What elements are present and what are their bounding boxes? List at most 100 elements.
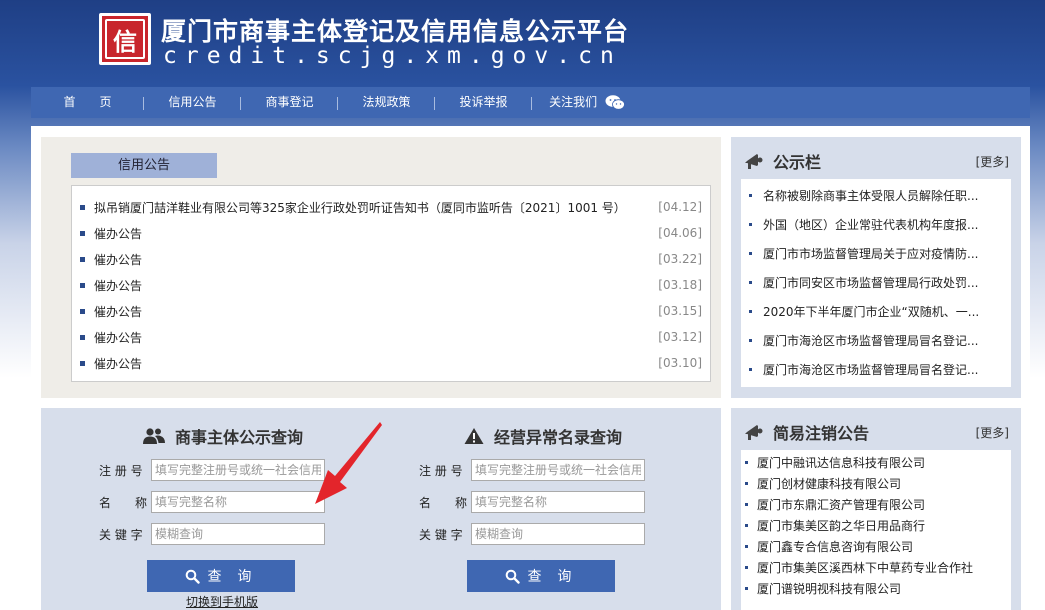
announcement-date: [03.12]	[658, 330, 702, 344]
bullet-icon	[749, 368, 752, 371]
announcement-date: [03.18]	[658, 278, 702, 292]
notice-title[interactable]: 厦门市市场监督管理局关于应对疫情防...	[763, 245, 978, 262]
notice-title[interactable]: 外国（地区）企业常驻代表机构年度报...	[763, 216, 978, 233]
abnormal-keyword-row: 关 键 字	[419, 523, 645, 545]
list-item[interactable]: 厦门鑫专合信息咨询有限公司	[745, 536, 1007, 557]
notice-title[interactable]: 2020年下半年厦门市企业“双随机、一...	[763, 303, 979, 320]
list-item[interactable]: 厦门市集美区韵之华日用品商行	[745, 515, 1007, 536]
search-icon	[185, 569, 200, 584]
bullet-icon	[749, 339, 752, 342]
abnormal-search-button-label: 查 询	[527, 568, 578, 584]
nav-complaints[interactable]: 投诉举报	[435, 87, 532, 118]
announcement-title[interactable]: 拟吊销厦门喆洋鞋业有限公司等325家企业行政处罚听证告知书（厦同市监听告〔202…	[94, 199, 652, 216]
abnormal-search-title: 经营异常名录查询	[493, 428, 622, 447]
list-item[interactable]: 厦门市海沧区市场监督管理局冒名登记...	[749, 326, 1003, 355]
abnormal-search-button[interactable]: 查 询	[467, 560, 615, 592]
tab-credit-announcements[interactable]: 信用公告	[71, 153, 217, 178]
announcement-date: [03.15]	[658, 304, 702, 318]
notice-title[interactable]: 厦门市同安区市场监督管理局行政处罚...	[763, 274, 978, 291]
entity-keyword-input[interactable]	[151, 523, 325, 545]
abnormal-search-form: 经营异常名录查询 注 册 号 名 称 关 键 字 查 询	[361, 408, 681, 610]
deregistration-more-link[interactable]: [更多]	[976, 424, 1009, 441]
site-logo[interactable]: 信	[99, 13, 151, 65]
list-item[interactable]: 厦门谱锐明视科技有限公司	[745, 578, 1007, 599]
list-item[interactable]: 厦门创材健康科技有限公司	[745, 473, 1007, 494]
site-header: 信 厦门市商事主体登记及信用信息公示平台 credit.scjg.xm.gov.…	[0, 0, 1045, 86]
megaphone-icon	[745, 425, 763, 440]
company-name[interactable]: 厦门市东鼎汇资产管理有限公司	[757, 496, 925, 513]
abnormal-keyword-input[interactable]	[471, 523, 645, 545]
bullet-icon	[80, 204, 85, 210]
abnormal-name-input[interactable]	[471, 491, 645, 513]
company-name[interactable]: 厦门市集美区韵之华日用品商行	[757, 517, 925, 534]
bullet-icon	[80, 334, 85, 340]
deregistration-header: 简易注销公告 [更多]	[743, 420, 1009, 444]
entity-keyword-row: 关 键 字	[99, 523, 325, 545]
deregistration-title: 简易注销公告	[773, 424, 870, 443]
list-item[interactable]: 拟吊销厦门喆洋鞋业有限公司等325家企业行政处罚听证告知书（厦同市监听告〔202…	[80, 194, 702, 220]
bullet-icon	[80, 282, 85, 288]
notice-title[interactable]: 厦门市海沧区市场监督管理局冒名登记...	[763, 332, 978, 349]
logo-mark: 信	[105, 19, 145, 59]
deregistration-list: 厦门中融讯达信息科技有限公司 厦门创材健康科技有限公司 厦门市东鼎汇资产管理有限…	[741, 450, 1011, 610]
list-item[interactable]: 厦门市东鼎汇资产管理有限公司	[745, 494, 1007, 515]
nav-home[interactable]: 首 页	[31, 87, 144, 118]
announcement-date: [03.10]	[658, 356, 702, 370]
list-item[interactable]: 厦门市海沧区市场监督管理局冒名登记...	[749, 355, 1003, 384]
entity-search-button[interactable]: 查 询	[147, 560, 295, 592]
list-item[interactable]: 外国（地区）企业常驻代表机构年度报...	[749, 210, 1003, 239]
company-name[interactable]: 厦门鑫专合信息咨询有限公司	[757, 538, 913, 555]
name-label: 名 称	[419, 495, 468, 510]
list-item[interactable]: 厦门市市场监督管理局关于应对疫情防...	[749, 239, 1003, 268]
notice-board-header: 公示栏 [更多]	[743, 149, 1009, 173]
company-name[interactable]: 厦门市集美区溪西林下中草药专业合作社	[757, 559, 973, 576]
bullet-icon	[749, 252, 752, 255]
announcement-title[interactable]: 催办公告	[94, 355, 652, 372]
list-item[interactable]: 催办公告 [03.22]	[80, 246, 702, 272]
list-item[interactable]: 名称被剔除商事主体受限人员解除任职...	[749, 181, 1003, 210]
notice-title[interactable]: 名称被剔除商事主体受限人员解除任职...	[763, 187, 978, 204]
list-item[interactable]: 催办公告 [03.18]	[80, 272, 702, 298]
list-item[interactable]: 催办公告 [03.12]	[80, 324, 702, 350]
entity-name-input[interactable]	[151, 491, 325, 513]
announcement-title[interactable]: 催办公告	[94, 251, 652, 268]
bullet-icon	[80, 230, 85, 236]
bullet-icon	[80, 360, 85, 366]
list-item[interactable]: 催办公告 [03.15]	[80, 298, 702, 324]
notice-board-panel: 公示栏 [更多] 名称被剔除商事主体受限人员解除任职... 外国（地区）企业常驻…	[731, 137, 1021, 398]
company-name[interactable]: 厦门谱锐明视科技有限公司	[757, 580, 901, 597]
notice-title[interactable]: 厦门市海沧区市场监督管理局冒名登记...	[763, 361, 978, 378]
announcement-date: [04.12]	[658, 200, 702, 214]
entity-search-title: 商事主体公示查询	[174, 428, 303, 447]
wechat-icon	[605, 95, 625, 110]
list-item[interactable]: 厦门中融讯达信息科技有限公司	[745, 452, 1007, 473]
list-item[interactable]: 厦门市集美区溪西林下中草药专业合作社	[745, 557, 1007, 578]
list-item[interactable]: 催办公告 [04.06]	[80, 220, 702, 246]
company-name[interactable]: 厦门中融讯达信息科技有限公司	[757, 454, 925, 471]
notice-board-more-link[interactable]: [更多]	[976, 153, 1009, 170]
announcement-title[interactable]: 催办公告	[94, 277, 652, 294]
announcement-date: [03.22]	[658, 252, 702, 266]
entity-reg-number-input[interactable]	[151, 459, 325, 481]
announcement-title[interactable]: 催办公告	[94, 225, 652, 242]
entity-search-button-label: 查 询	[207, 568, 258, 584]
switch-to-mobile-link[interactable]: 切换到手机版	[186, 593, 258, 610]
list-item[interactable]: 2020年下半年厦门市企业“双随机、一...	[749, 297, 1003, 326]
reg-number-label: 注 册 号	[419, 463, 463, 478]
list-item[interactable]: 催办公告 [03.10]	[80, 350, 702, 376]
abnormal-reg-row: 注 册 号	[419, 459, 645, 481]
bullet-icon	[749, 281, 752, 284]
nav-follow-us[interactable]: 关注我们	[532, 87, 642, 118]
announcement-title[interactable]: 催办公告	[94, 303, 652, 320]
site-domain: credit.scjg.xm.gov.cn	[163, 43, 622, 69]
entity-reg-row: 注 册 号	[99, 459, 325, 481]
bullet-icon	[745, 587, 748, 590]
company-name[interactable]: 厦门创材健康科技有限公司	[757, 475, 901, 492]
abnormal-reg-number-input[interactable]	[471, 459, 645, 481]
nav-regulations[interactable]: 法规政策	[338, 87, 435, 118]
list-item[interactable]: 厦门市同安区市场监督管理局行政处罚...	[749, 268, 1003, 297]
nav-credit-announcements[interactable]: 信用公告	[144, 87, 241, 118]
nav-business-registration[interactable]: 商事登记	[241, 87, 338, 118]
announcement-title[interactable]: 催办公告	[94, 329, 652, 346]
announcement-list: 拟吊销厦门喆洋鞋业有限公司等325家企业行政处罚听证告知书（厦同市监听告〔202…	[71, 185, 711, 382]
